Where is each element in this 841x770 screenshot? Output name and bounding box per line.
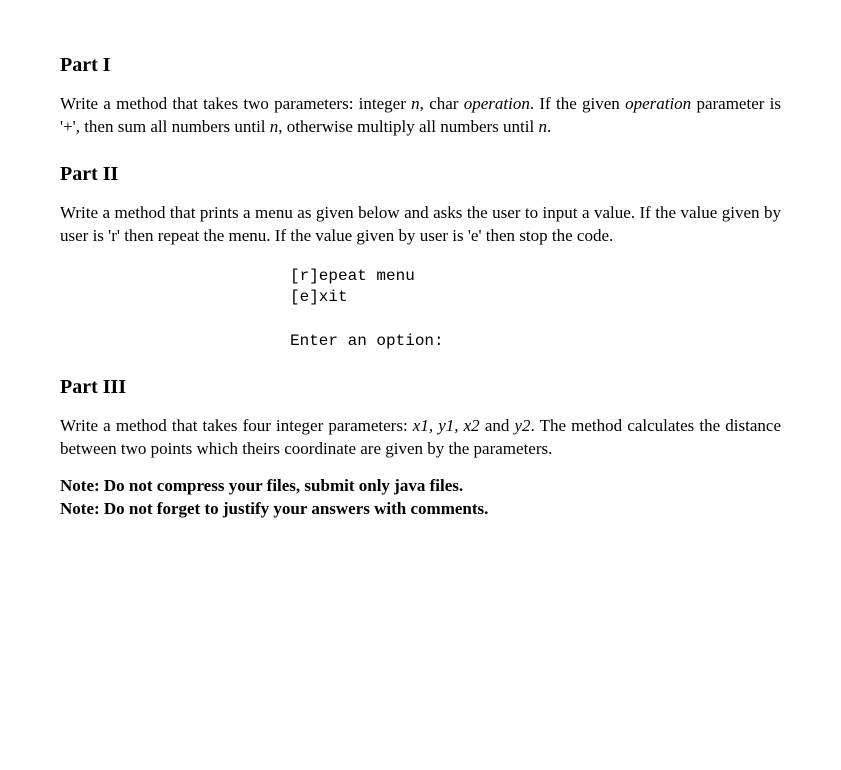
part-1-text-b: , char <box>420 94 464 113</box>
part-3-text-a: Write a method that takes four integer p… <box>60 416 413 435</box>
part-1-text-a: Write a method that takes two parameters… <box>60 94 411 113</box>
variable-y2: y2 <box>514 416 530 435</box>
menu-code-block: [r]epeat menu [e]xit Enter an option: <box>290 266 781 352</box>
variable-operation: operation <box>625 94 691 113</box>
part-1-text-f: . <box>547 117 551 136</box>
variables-x1y1x2: x1, y1, x2 <box>413 416 480 435</box>
part-3-text-b: and <box>480 416 515 435</box>
part-1-paragraph: Write a method that takes two parameters… <box>60 93 781 139</box>
part-1-heading: Part I <box>60 54 781 77</box>
note-1: Note: Do not compress your files, submit… <box>60 475 781 498</box>
variable-n: n <box>270 117 279 136</box>
variable-operation: operation <box>464 94 530 113</box>
note-2: Note: Do not forget to justify your answ… <box>60 498 781 521</box>
part-1-text-c: . If the given <box>530 94 625 113</box>
variable-n: n <box>411 94 420 113</box>
part-1-text-e: , otherwise multiply all numbers until <box>278 117 538 136</box>
part-3-paragraph: Write a method that takes four integer p… <box>60 415 781 461</box>
variable-n: n <box>538 117 547 136</box>
part-2-heading: Part II <box>60 163 781 186</box>
notes-block: Note: Do not compress your files, submit… <box>60 475 781 521</box>
part-2-paragraph: Write a method that prints a menu as giv… <box>60 202 781 248</box>
part-3-heading: Part III <box>60 376 781 399</box>
